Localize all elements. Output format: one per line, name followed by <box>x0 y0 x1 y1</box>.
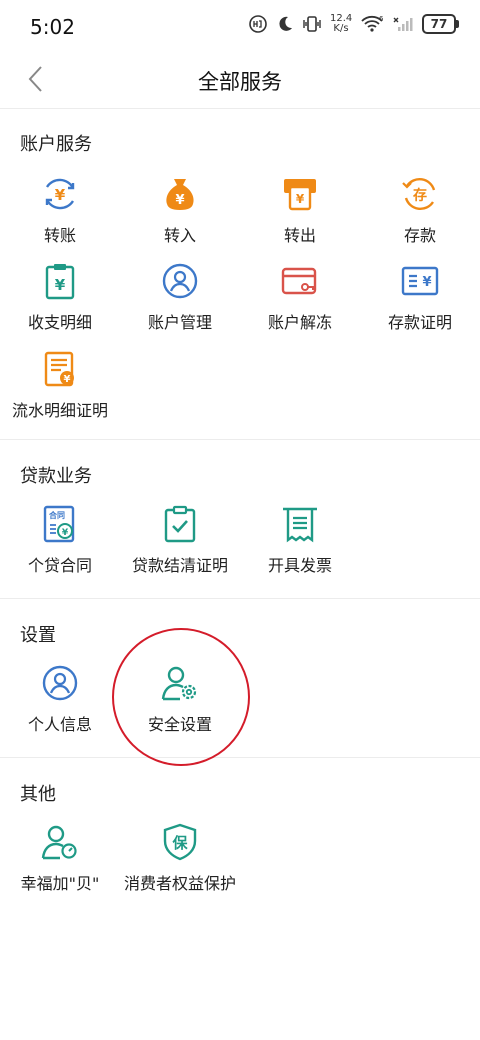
service-statement[interactable]: ¥ 收支明细 <box>0 261 120 333</box>
service-security-settings[interactable]: 安全设置 <box>120 663 240 735</box>
receipt-icon <box>283 507 317 543</box>
yuan-glyph: ¥ <box>55 276 66 294</box>
wifi-icon: 6 <box>361 15 384 32</box>
service-label: 账户管理 <box>147 313 212 332</box>
section-title-settings: 设置 <box>20 625 56 646</box>
service-label: 开具发票 <box>267 556 332 575</box>
yuan-glyph: ¥ <box>62 528 69 538</box>
user-circle-icon <box>162 263 198 299</box>
service-label: 幸福加"贝" <box>20 874 100 893</box>
cell-signal-icon <box>393 17 413 31</box>
service-transfer[interactable]: ¥ 转账 <box>0 174 120 246</box>
contract-icon: 合同 ¥ <box>43 505 75 543</box>
section-account: 账户服务 ¥ 转账 ¥ 转入 ¥ 转出 存 存款 ¥ 收支明细 账户管理 账户解… <box>0 109 480 440</box>
service-label: 安全设置 <box>147 715 212 734</box>
section-title-account: 账户服务 <box>20 134 92 155</box>
title-bar: 全部服务 <box>0 52 480 109</box>
section-title-other: 其他 <box>20 784 56 805</box>
hd-call-icon <box>249 15 267 33</box>
service-label: 账户解冻 <box>267 313 332 332</box>
user-speed-icon <box>41 825 77 860</box>
yuan-glyph: ¥ <box>175 193 184 208</box>
net-speed-unit: K/s <box>333 23 349 34</box>
wifi-badge: 6 <box>379 15 384 23</box>
service-label: 转账 <box>43 226 76 245</box>
service-happiness-plus[interactable]: 幸福加"贝" <box>0 822 120 894</box>
clipboard-check-icon <box>164 505 196 543</box>
service-label: 收支明细 <box>27 313 92 332</box>
card-key-icon <box>281 267 317 295</box>
service-account-manage[interactable]: 账户管理 <box>120 261 240 333</box>
service-label: 转出 <box>283 226 316 245</box>
service-label: 个人信息 <box>27 715 92 734</box>
service-loan-contract[interactable]: 合同 ¥ 个贷合同 <box>0 504 120 576</box>
service-consumer-protection[interactable]: 保 消费者权益保护 <box>120 822 240 894</box>
service-label: 存款 <box>403 226 436 245</box>
service-label: 存款证明 <box>387 313 452 332</box>
moon-icon <box>279 16 292 31</box>
status-bar: 5:02 12.4 K/s 6 77 <box>0 0 480 52</box>
status-icons: 12.4 K/s 6 77 <box>248 14 459 34</box>
service-label: 消费者权益保护 <box>123 874 236 893</box>
deposit-icon: 存 <box>402 177 436 211</box>
service-label: 流水明细证明 <box>11 401 108 420</box>
deposit-glyph: 存 <box>413 187 427 204</box>
user-gear-icon <box>161 666 197 701</box>
section-loan: 贷款业务 合同 ¥ 个贷合同 贷款结清证明 开具发票 <box>0 440 480 599</box>
page-title: 全部服务 <box>198 70 282 94</box>
service-transfer-in[interactable]: ¥ 转入 <box>120 174 240 246</box>
user-circle-icon <box>42 665 78 701</box>
service-deposit[interactable]: 存 存款 <box>360 174 480 246</box>
flow-document-icon: ¥ <box>44 351 74 387</box>
shield-icon: 保 <box>163 823 197 861</box>
service-deposit-certificate[interactable]: ¥ 存款证明 <box>360 261 480 333</box>
service-label: 贷款结清证明 <box>131 556 228 575</box>
service-account-unfreeze[interactable]: 账户解冻 <box>240 261 360 333</box>
service-invoice[interactable]: 开具发票 <box>240 504 360 576</box>
money-bag-icon: ¥ <box>166 179 194 210</box>
yuan-glyph: ¥ <box>64 374 71 385</box>
yuan-glyph: ¥ <box>296 192 305 206</box>
section-settings: 设置 个人信息 安全设置 <box>0 599 480 758</box>
clipboard-icon: ¥ <box>45 264 75 300</box>
contract-glyph: 合同 <box>48 510 65 520</box>
service-label: 个贷合同 <box>27 556 92 575</box>
status-time: 5:02 <box>30 15 75 39</box>
vibrate-icon <box>303 16 321 32</box>
battery-icon: 77 <box>422 14 459 34</box>
service-label: 转入 <box>163 226 196 245</box>
transfer-icon: ¥ <box>45 178 75 210</box>
yuan-glyph: ¥ <box>422 275 431 290</box>
service-loan-settlement[interactable]: 贷款结清证明 <box>120 504 240 576</box>
document-yuan-icon: ¥ <box>401 266 439 296</box>
protect-glyph: 保 <box>171 834 188 852</box>
service-transfer-out[interactable]: ¥ 转出 <box>240 174 360 246</box>
atm-icon: ¥ <box>284 179 316 211</box>
section-other: 其他 幸福加"贝" 保 消费者权益保护 <box>0 758 480 918</box>
section-title-loan: 贷款业务 <box>20 466 92 487</box>
service-flow-certificate[interactable]: ¥ 流水明细证明 <box>0 349 120 421</box>
yuan-glyph: ¥ <box>55 186 66 204</box>
service-personal-info[interactable]: 个人信息 <box>0 663 120 735</box>
net-speed: 12.4 K/s <box>330 14 352 34</box>
